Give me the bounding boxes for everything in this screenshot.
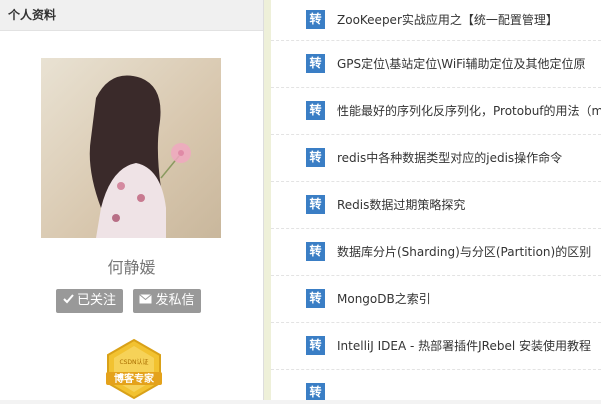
repost-tag: 转 — [306, 336, 325, 355]
article-list: 转 ZooKeeper实战应用之【统一配置管理】 转 GPS定位\基站定位\WiFi… — [271, 0, 601, 400]
follow-button-label: 已关注 — [76, 293, 116, 308]
article-title-link[interactable]: Redis数据过期策略探究 — [337, 197, 465, 213]
send-message-button[interactable]: 发私信 — [133, 289, 201, 313]
repost-tag: 转 — [306, 101, 325, 120]
article-title-link[interactable]: redis中各种数据类型对应的jedis操作命令 — [337, 150, 562, 166]
repost-tag: 转 — [306, 195, 325, 214]
article-item[interactable]: 转 ZooKeeper实战应用之【统一配置管理】 — [271, 0, 601, 41]
article-item[interactable]: 转性能最好的序列化反序列化，Protobuf的用法（m — [271, 88, 601, 135]
check-icon — [63, 289, 74, 313]
repost-tag: 转 — [306, 148, 325, 167]
badge-text: 博客专家 — [114, 372, 155, 385]
profile-sidebar: 个人资料 何静媛 已关注 发私信 CSDN认证 博客专家 — [0, 0, 264, 400]
article-item[interactable]: 转 IntelliJ IDEA - 热部署插件JRebel 安装使用教程 — [271, 323, 601, 370]
repost-tag: 转 — [306, 383, 325, 400]
article-item[interactable]: 转 GPS定位\基站定位\WiFi辅助定位及其他定位原 — [271, 41, 601, 88]
article-item[interactable]: 转 Redis数据过期策略探究 — [271, 182, 601, 229]
repost-tag: 转 — [306, 54, 325, 73]
follow-button[interactable]: 已关注 — [56, 289, 123, 313]
envelope-icon — [139, 289, 153, 313]
article-list-panel: 转 ZooKeeper实战应用之【统一配置管理】 转 GPS定位\基站定位\WiFi… — [271, 0, 601, 400]
article-title-link[interactable]: ZooKeeper实战应用之【统一配置管理】 — [337, 12, 558, 28]
article-item[interactable]: 转数据库分片(Sharding)与分区(Partition)的区别 — [271, 229, 601, 276]
article-title-link[interactable]: 性能最好的序列化反序列化，Protobuf的用法（m — [337, 103, 601, 119]
article-item[interactable]: 转 MongoDB之索引 — [271, 276, 601, 323]
column-gutter — [264, 0, 271, 400]
blog-expert-badge: CSDN认证 博客专家 — [103, 338, 165, 400]
sidebar-header: 个人资料 — [0, 0, 263, 31]
profile-name[interactable]: 何静媛 — [0, 254, 263, 278]
avatar[interactable] — [41, 58, 221, 238]
article-title-link[interactable]: MongoDB之索引 — [337, 291, 431, 307]
article-item[interactable]: 转 — [271, 370, 601, 400]
article-title-link[interactable]: IntelliJ IDEA - 热部署插件JRebel 安装使用教程 — [337, 338, 591, 354]
article-title-link[interactable]: 数据库分片(Sharding)与分区(Partition)的区别 — [337, 244, 591, 260]
badge-subtext: CSDN认证 — [119, 358, 148, 366]
send-message-label: 发私信 — [155, 293, 195, 308]
repost-tag: 转 — [306, 10, 325, 29]
repost-tag: 转 — [306, 289, 325, 308]
article-title-link[interactable]: GPS定位\基站定位\WiFi辅助定位及其他定位原 — [337, 56, 586, 72]
repost-tag: 转 — [306, 242, 325, 261]
article-item[interactable]: 转 redis中各种数据类型对应的jedis操作命令 — [271, 135, 601, 182]
